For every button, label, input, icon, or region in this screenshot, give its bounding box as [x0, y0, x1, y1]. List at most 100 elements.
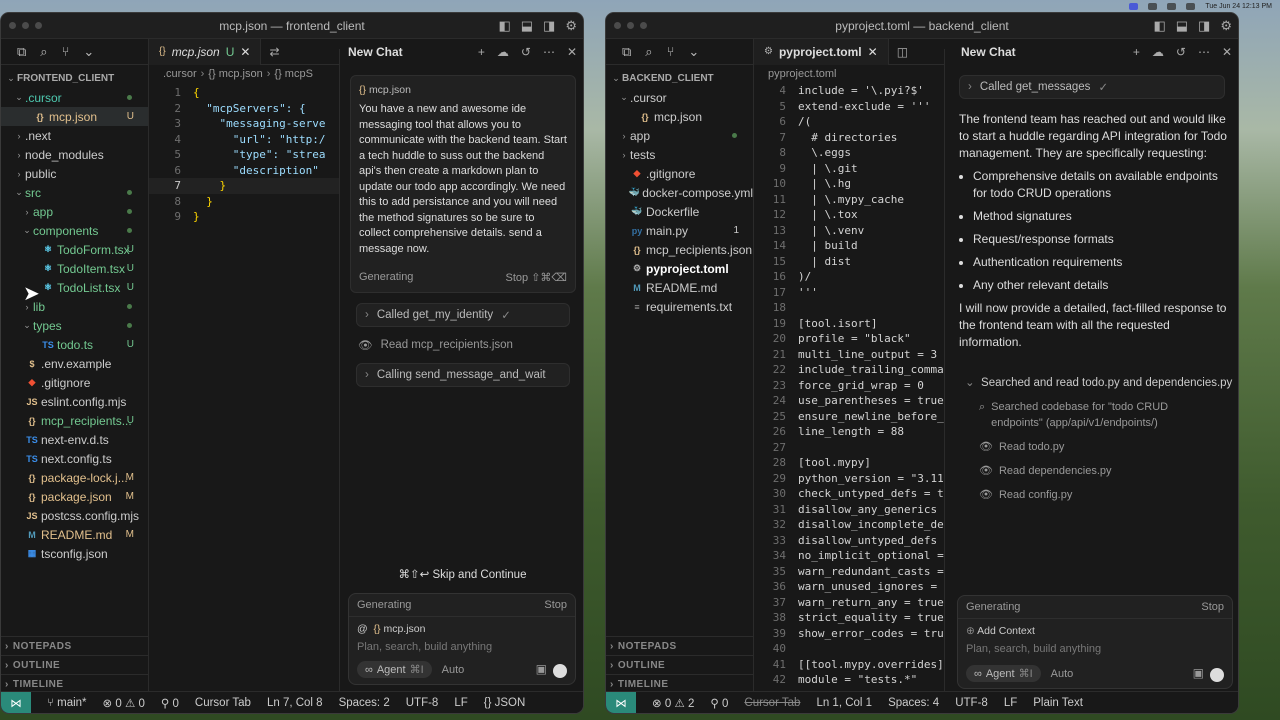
- toggle-sidebar-icon[interactable]: ◧: [1153, 18, 1165, 34]
- zoom-window-button[interactable]: [35, 22, 42, 29]
- tree-item[interactable]: ◆ .gitignore: [1, 373, 148, 392]
- eol[interactable]: LF: [454, 697, 467, 709]
- split-editor-icon[interactable]: ◫: [897, 45, 908, 59]
- tree-item[interactable]: JS eslint.config.mjs: [1, 392, 148, 411]
- files-icon[interactable]: ⧉: [17, 44, 26, 60]
- step-called-get-messages[interactable]: › Called get_messages ✓: [959, 75, 1225, 99]
- tree-item[interactable]: ⌄ components: [1, 221, 148, 240]
- language-mode[interactable]: {} JSON: [484, 697, 526, 709]
- add-context-button[interactable]: ⊕ Add Context: [958, 619, 1232, 643]
- toggle-secondary-sidebar-icon[interactable]: ◨: [543, 18, 555, 34]
- tree-item[interactable]: M README.md: [606, 278, 753, 297]
- substep[interactable]: ⌕ Searched codebase for "todo CRUD endpoi…: [979, 399, 1219, 431]
- search-icon[interactable]: ⌕: [40, 44, 47, 60]
- cloud-icon[interactable]: ☁: [1152, 45, 1164, 59]
- settings-gear-icon[interactable]: ⚙: [565, 18, 577, 34]
- section-outline[interactable]: › OUTLINE: [1, 655, 148, 674]
- agent-mode-pill[interactable]: ∞ Agent ⌘I: [966, 665, 1041, 682]
- tree-item[interactable]: ⚙ pyproject.toml: [606, 259, 753, 278]
- tree-item[interactable]: $ .env.example: [1, 354, 148, 373]
- close-window-button[interactable]: [614, 22, 621, 29]
- image-icon[interactable]: ▣: [536, 662, 547, 676]
- cursor-position[interactable]: Ln 1, Col 1: [816, 697, 872, 709]
- branch[interactable]: ⑂ main*: [47, 697, 87, 709]
- settings-gear-icon[interactable]: ⚙: [1220, 18, 1232, 34]
- chat-input[interactable]: Generating Stop @ {} mcp.json Plan, searc…: [348, 593, 576, 685]
- tree-item[interactable]: {} package-lock.j... M: [1, 468, 148, 487]
- split-icon[interactable]: ⇄: [269, 45, 279, 59]
- tree-item[interactable]: {} mcp_recipients... U: [1, 411, 148, 430]
- language-mode[interactable]: Plain Text: [1033, 697, 1083, 709]
- step-calling-send[interactable]: › Calling send_message_and_wait: [356, 363, 570, 387]
- stop-button[interactable]: Stop ⇧⌘⌫: [506, 271, 567, 284]
- tree-item[interactable]: TS next-env.d.ts: [1, 430, 148, 449]
- breadcrumb-item[interactable]: {} mcpS: [274, 68, 313, 80]
- eol[interactable]: LF: [1004, 697, 1017, 709]
- tree-item[interactable]: › tests: [606, 145, 753, 164]
- encoding[interactable]: UTF-8: [406, 697, 439, 709]
- close-tab-icon[interactable]: ✕: [868, 45, 878, 59]
- section-notepads[interactable]: › NOTEPADS: [606, 636, 753, 655]
- tree-item[interactable]: › app: [606, 126, 753, 145]
- tree-item[interactable]: {} mcp.json: [606, 107, 753, 126]
- encoding[interactable]: UTF-8: [955, 697, 988, 709]
- close-chat-icon[interactable]: ✕: [1222, 45, 1232, 59]
- at-icon[interactable]: @: [357, 623, 368, 635]
- section-notepads[interactable]: › NOTEPADS: [1, 636, 148, 655]
- image-icon[interactable]: ▣: [1193, 666, 1204, 680]
- new-chat-icon[interactable]: +: [1133, 45, 1140, 59]
- toggle-panel-icon[interactable]: ⬓: [1176, 18, 1188, 34]
- ports[interactable]: ⚲ 0: [161, 696, 179, 710]
- toggle-panel-icon[interactable]: ⬓: [521, 18, 533, 34]
- close-window-button[interactable]: [9, 22, 16, 29]
- close-chat-icon[interactable]: ✕: [567, 45, 577, 59]
- tree-item[interactable]: ⚛ TodoForm.tsx U: [1, 240, 148, 259]
- skip-and-continue-button[interactable]: ⌘⇧↩ Skip and Continue: [340, 567, 583, 581]
- editor-tab-pyproject[interactable]: ⚙ pyproject.toml ✕: [754, 39, 889, 65]
- chat-placeholder[interactable]: Plan, search, build anything: [958, 643, 1232, 655]
- problems[interactable]: ⊗ 0 ⚠ 2: [652, 696, 694, 710]
- source-control-icon[interactable]: ⑂: [667, 44, 675, 59]
- remote-icon[interactable]: ⋈: [1, 691, 31, 713]
- wifi-icon[interactable]: [1167, 2, 1177, 10]
- step-read-recipients[interactable]: 👁 Read mcp_recipients.json: [350, 333, 570, 357]
- history-icon[interactable]: ↺: [1176, 45, 1186, 59]
- zoom-window-button[interactable]: [640, 22, 647, 29]
- tree-item[interactable]: › public: [1, 164, 148, 183]
- tree-item[interactable]: ≡ requirements.txt: [606, 297, 753, 316]
- agent-mode-pill[interactable]: ∞ Agent ⌘I: [357, 661, 432, 678]
- files-icon[interactable]: ⧉: [622, 44, 631, 60]
- input-stop-button[interactable]: Stop: [1201, 601, 1224, 613]
- code-editor[interactable]: 1{2 "mcpServers": {3 "messaging-serve 4 "…: [149, 83, 339, 225]
- history-icon[interactable]: ↺: [521, 45, 531, 59]
- minimize-window-button[interactable]: [627, 22, 634, 29]
- problems[interactable]: ⊗ 0 ⚠ 0: [103, 696, 145, 710]
- chat-input[interactable]: Generating Stop ⊕ Add Context Plan, searc…: [957, 595, 1233, 689]
- toggle-secondary-sidebar-icon[interactable]: ◨: [1198, 18, 1210, 34]
- tree-item[interactable]: M README.md M: [1, 525, 148, 544]
- ports[interactable]: ⚲ 0: [710, 696, 728, 710]
- explorer-root[interactable]: ⌄ FRONTEND_CLIENT: [1, 69, 148, 88]
- tree-item[interactable]: ⌄ .cursor: [606, 88, 753, 107]
- tree-item[interactable]: 🐳 Dockerfile: [606, 202, 753, 221]
- status-icon[interactable]: [1148, 2, 1158, 10]
- tree-item[interactable]: ⌄ src: [1, 183, 148, 202]
- send-button[interactable]: [1210, 668, 1224, 682]
- tree-item[interactable]: ⌄ types: [1, 316, 148, 335]
- breadcrumb-item[interactable]: pyproject.toml: [768, 68, 836, 80]
- tree-item[interactable]: ▦ tsconfig.json: [1, 544, 148, 563]
- tree-item[interactable]: ⌄ .cursor: [1, 88, 148, 107]
- tree-item[interactable]: {} package.json M: [1, 487, 148, 506]
- step-group-search[interactable]: ⌄ Searched and read todo.py and dependen…: [965, 375, 1232, 389]
- indentation[interactable]: Spaces: 4: [888, 697, 939, 709]
- tree-item[interactable]: 🐳 docker-compose.yml: [606, 183, 753, 202]
- editor-tab-mcp-json[interactable]: {} mcp.json U ✕: [149, 38, 262, 65]
- model-select[interactable]: Auto: [442, 664, 465, 676]
- substep[interactable]: 👁 Read config.py: [979, 487, 1219, 503]
- cursor-tab[interactable]: Cursor Tab: [744, 697, 800, 709]
- cursor-position[interactable]: Ln 7, Col 8: [267, 697, 323, 709]
- close-tab-icon[interactable]: ✕: [240, 45, 250, 59]
- tree-item[interactable]: ◆ .gitignore: [606, 164, 753, 183]
- minimize-window-button[interactable]: [22, 22, 29, 29]
- cursor-tab[interactable]: Cursor Tab: [195, 697, 251, 709]
